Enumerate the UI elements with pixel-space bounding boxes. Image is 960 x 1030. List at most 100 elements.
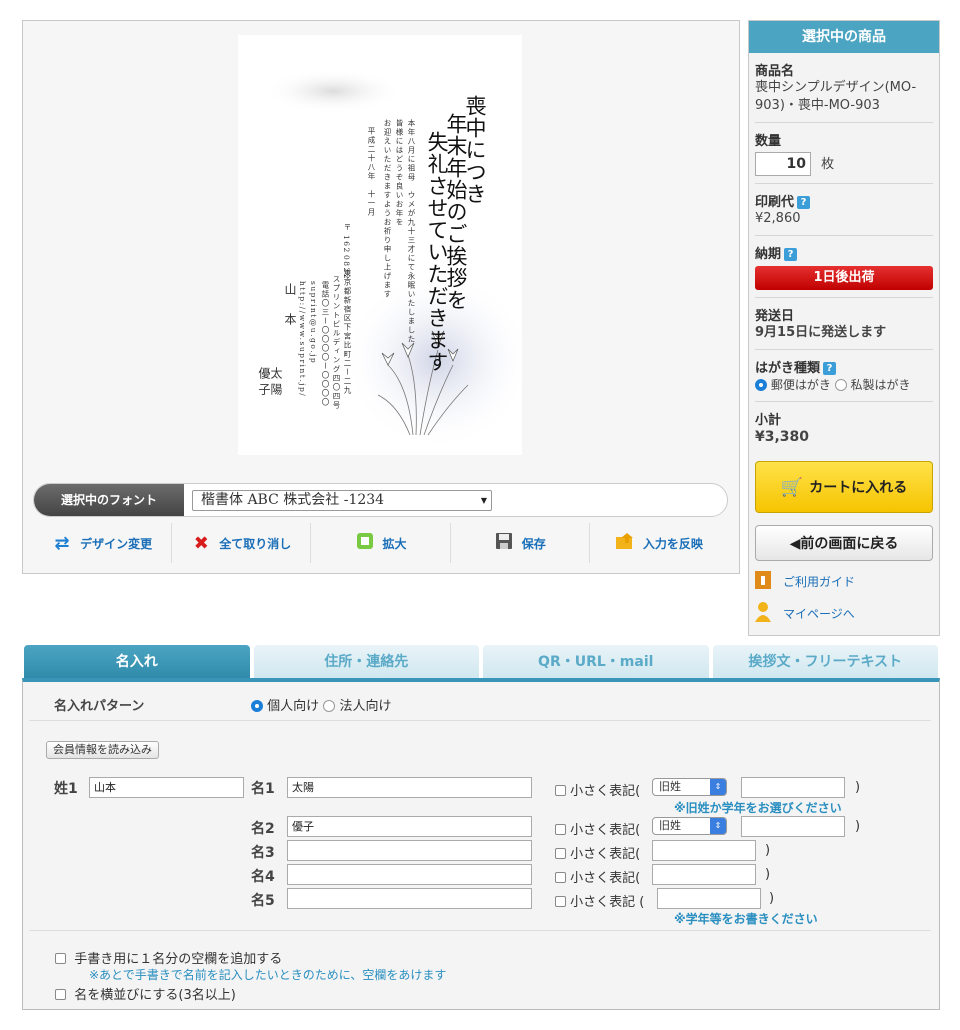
undo-all-button[interactable]: ✖ 全て取り消し: [172, 523, 312, 563]
pattern-label: 名入れパターン: [54, 699, 145, 714]
help-icon[interactable]: ?: [823, 362, 837, 375]
tab-name-entry[interactable]: 名入れ: [24, 645, 250, 679]
name4-input[interactable]: [287, 864, 532, 885]
font-dropdown-value: 楷書体 ABC 株式会社 -1234: [201, 492, 385, 508]
user-icon: [755, 602, 771, 625]
card-body-2: 皆様にはどうぞ良いお年を: [395, 119, 404, 227]
help-icon[interactable]: ?: [797, 196, 811, 209]
surname-input[interactable]: 山本: [89, 777, 244, 798]
divider: [29, 720, 931, 721]
panel-title: 選択中の商品: [749, 21, 939, 53]
tab-greeting-text[interactable]: 挨拶文・フリーテキスト: [712, 645, 938, 679]
ship-date-section: 発送日 9月15日に発送します: [755, 298, 933, 350]
chevron-down-icon: ▼: [480, 496, 487, 505]
design-change-label: デザイン変更: [80, 536, 153, 551]
save-icon: [494, 532, 514, 555]
zoom-button[interactable]: 拡大: [311, 523, 451, 563]
name3-label: 名3: [251, 845, 275, 861]
name2-small-checkbox[interactable]: [555, 824, 566, 835]
back-button[interactable]: ◀前の画面に戻る: [755, 525, 933, 561]
apply-input-label: 入力を反映: [642, 536, 703, 551]
divider: [29, 930, 931, 931]
name5-small-checkbox[interactable]: [555, 896, 566, 907]
name1-small-label: 小さく表記(: [570, 784, 641, 799]
zoom-label: 拡大: [382, 536, 407, 551]
name3-small-input[interactable]: [652, 840, 756, 861]
cart-icon: 🛒: [780, 476, 804, 498]
close-paren: ): [765, 843, 771, 858]
tab-qr-url-mail[interactable]: QR・URL・mail: [483, 645, 709, 679]
subtotal-section: 小計 ¥3,380: [755, 402, 933, 453]
name5-label: 名5: [251, 893, 275, 909]
name1-input[interactable]: 太陽: [287, 777, 532, 798]
add-to-cart-button[interactable]: 🛒 カートに入れる: [755, 461, 933, 513]
mypage-link[interactable]: マイページへ: [755, 602, 933, 625]
selected-product-panel: 選択中の商品 商品名 喪中シンプルデザイン(MO-903)・喪中-MO-903 …: [748, 20, 940, 636]
load-member-info-button[interactable]: 会員情報を読み込み: [46, 741, 159, 759]
name5-small-label: 小さく表記 (: [570, 895, 645, 910]
name3-small-label: 小さく表記(: [570, 847, 641, 862]
add-blank-checkbox[interactable]: [55, 953, 66, 964]
name2-small-input[interactable]: [741, 816, 845, 837]
price-label: 印刷代: [755, 195, 795, 210]
name3-small-checkbox[interactable]: [555, 848, 566, 859]
card-url: http://www.suprint.jp/: [298, 281, 307, 398]
name1-label: 名1: [251, 781, 275, 797]
name1-small-input[interactable]: [741, 777, 845, 798]
name3-input[interactable]: [287, 840, 532, 861]
quantity-input[interactable]: 10: [755, 152, 811, 176]
name1-select[interactable]: 旧姓 ⇕: [652, 778, 727, 796]
guide-link[interactable]: ご利用ガイド: [755, 571, 933, 592]
pattern-radio-personal[interactable]: [251, 700, 263, 712]
save-label: 保存: [521, 536, 546, 551]
postcard-type-label: はがき種類: [755, 361, 821, 376]
close-paren: ): [765, 867, 771, 882]
price-section: 印刷代? ¥2,860: [755, 184, 933, 236]
card-body-1: 本年八月に祖母 ウメが九十三才にて永眠いたしました: [407, 119, 416, 344]
delivery-section: 納期? 1日後出荷: [755, 236, 933, 298]
name4-small-checkbox[interactable]: [555, 872, 566, 883]
name5-input[interactable]: [287, 888, 532, 909]
guide-link-label: ご利用ガイド: [783, 575, 856, 589]
postcard-radio-private[interactable]: [834, 379, 847, 391]
horizontal-names-checkbox[interactable]: [55, 989, 66, 1000]
card-tel: 電話〇三ー〇〇〇〇ー〇〇〇〇: [321, 281, 330, 407]
font-label: 選択中のフォント: [34, 484, 184, 516]
add-blank-label: 手書き用に１名分の空欄を追加する: [74, 952, 283, 967]
close-paren: ): [769, 891, 775, 906]
font-dropdown[interactable]: 楷書体 ABC 株式会社 -1234 ▼: [192, 490, 492, 511]
card-date: 平成二十八年 十一月: [367, 127, 376, 217]
note-maiden-or-grade: ※旧姓か学年をお選びください: [674, 801, 842, 815]
close-paren: ): [855, 780, 861, 795]
name2-select[interactable]: 旧姓 ⇕: [652, 817, 727, 835]
apply-icon: [615, 532, 635, 555]
red-x-icon: ✖: [193, 532, 209, 554]
design-change-button[interactable]: ⇄ デザイン変更: [33, 523, 173, 563]
name4-small-input[interactable]: [652, 864, 756, 885]
postcard-option-private: 私製はがき: [850, 378, 911, 392]
name4-label: 名4: [251, 869, 275, 885]
postcard-preview: 喪中につき 年末年始のご挨拶を 失礼させていただきます 本年八月に祖母 ウメが九…: [238, 35, 522, 455]
note-grade: ※学年等をお書きください: [674, 912, 818, 926]
pattern-radio-corporate[interactable]: [323, 700, 336, 712]
tab-address[interactable]: 住所・連絡先: [253, 645, 479, 679]
add-to-cart-label: カートに入れる: [809, 480, 908, 496]
quantity-label: 数量: [755, 134, 782, 149]
card-postal-mark: 〒: [343, 223, 352, 232]
name-entry-form: 名入れパターン 個人向け 法人向け 会員情報を読み込み 姓1 山本 名1 太陽 …: [22, 678, 940, 1010]
name1-small-checkbox[interactable]: [555, 785, 566, 796]
card-email: suprint@u.go.jp: [309, 281, 318, 365]
name5-small-input[interactable]: [657, 888, 761, 909]
swap-arrows-icon: ⇄: [54, 532, 70, 554]
help-icon[interactable]: ?: [784, 248, 798, 261]
name2-select-value: 旧姓: [659, 819, 681, 832]
postcard-radio-postal[interactable]: [755, 379, 767, 391]
save-button[interactable]: 保存: [451, 523, 590, 563]
add-blank-note: ※あとで手書きで名前を記入したいときのために、空欄をあけます: [89, 968, 447, 982]
price-value: ¥2,860: [755, 211, 801, 226]
card-surname: 山本: [283, 283, 297, 343]
name2-small-label: 小さく表記(: [570, 823, 641, 838]
pattern-option-personal: 個人向け: [267, 699, 320, 714]
name2-input[interactable]: 優子: [287, 816, 532, 837]
apply-input-button[interactable]: 入力を反映: [590, 523, 728, 563]
